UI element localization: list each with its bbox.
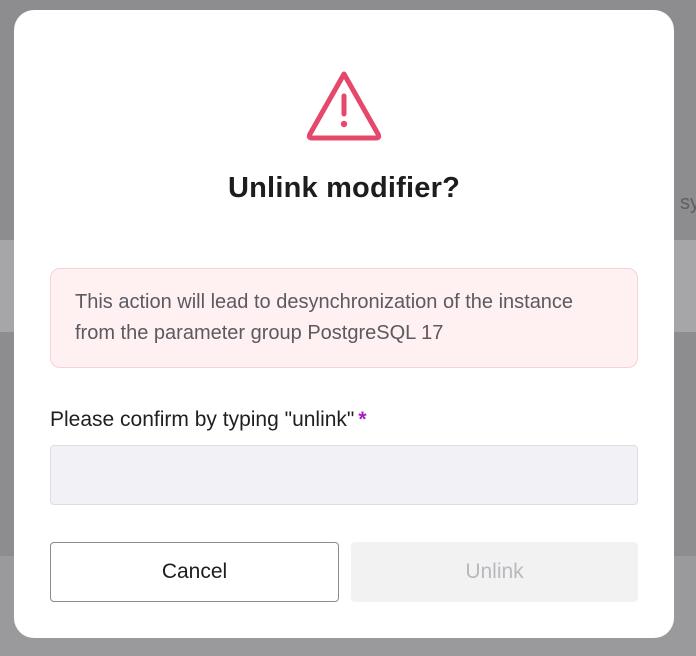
unlink-button[interactable]: Unlink — [351, 542, 638, 602]
background-partial-text: sy — [680, 192, 696, 214]
dialog-title: Unlink modifier? — [228, 172, 460, 204]
alert-text: This action will lead to desynchronizati… — [75, 291, 574, 344]
confirm-label-text: Please confirm by typing "unlink" — [50, 408, 355, 431]
warning-alert: This action will lead to desynchronizati… — [50, 268, 638, 368]
required-marker: * — [358, 408, 367, 431]
warning-triangle-icon — [306, 71, 382, 141]
confirm-unlink-input[interactable] — [50, 445, 638, 505]
unlink-modifier-dialog: Unlink modifier? This action will lead t… — [14, 10, 674, 638]
cancel-button[interactable]: Cancel — [50, 542, 339, 602]
confirm-field-label: Please confirm by typing "unlink" * — [50, 408, 367, 432]
